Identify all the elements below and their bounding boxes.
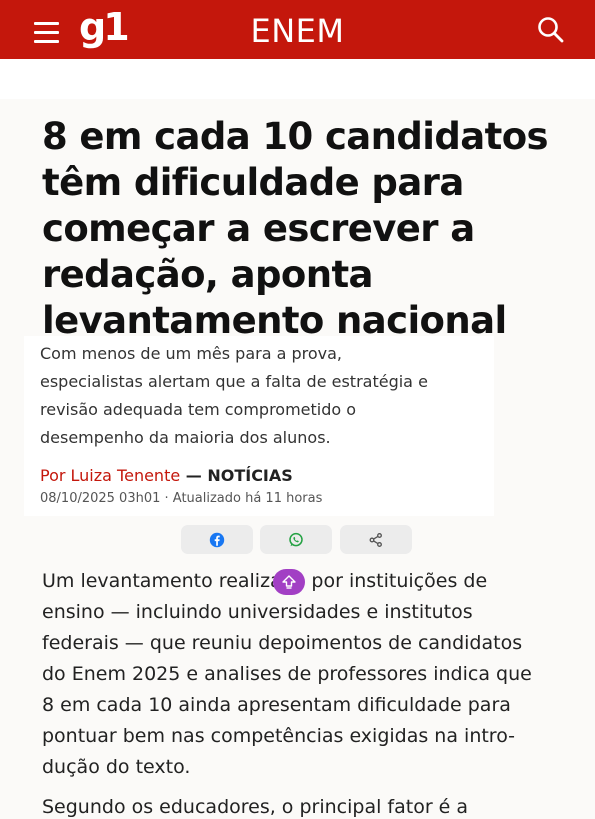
headline-line: têm dificuldade para	[42, 161, 464, 204]
publish-date: 08/10/2025 03h01 · Atualizado há 11 hora…	[40, 491, 323, 506]
share-more-button[interactable]	[340, 525, 412, 554]
byline-separator: —	[180, 466, 208, 485]
article-paragraph: Segundo os educadores, o principal fator…	[42, 792, 542, 819]
share-whatsapp-button[interactable]	[260, 525, 332, 554]
article-paragraph: Um levantamento realizado por instituiçõ…	[42, 566, 542, 783]
whatsapp-icon	[289, 532, 303, 546]
search-icon[interactable]	[536, 15, 566, 45]
headline-line: começar a escrever a	[42, 207, 475, 250]
paragraph-line: do Enem 2025 e analises de professores i…	[42, 663, 532, 685]
article-summary: Com menos de um mês para a prova, especi…	[40, 340, 460, 452]
headline-line: 8 em cada 10 candidatos	[42, 115, 549, 158]
paragraph-line: ensino — incluindo universidades e insti…	[42, 601, 473, 623]
scroll-top-button[interactable]	[273, 569, 305, 595]
paragraph-line: dução do texto.	[42, 756, 191, 778]
facebook-icon	[209, 532, 225, 547]
share-facebook-button[interactable]	[181, 525, 253, 554]
section-title[interactable]: ENEM	[0, 12, 595, 50]
paragraph-line: federais — que reuniu depoimentos de can…	[42, 632, 523, 654]
summary-line: desempenho da maioria dos alunos.	[40, 428, 331, 447]
summary-line: especialistas alertam que a falta de est…	[40, 372, 428, 391]
header-spacer	[0, 59, 595, 99]
byline: Por Luiza Tenente — NOTÍCIAS	[40, 466, 293, 486]
top-bar: g1 ENEM	[0, 0, 595, 59]
section-tag[interactable]: NOTÍCIAS	[207, 466, 292, 485]
author-link[interactable]: Por Luiza Tenente	[40, 466, 180, 485]
paragraph-line: pontuar bem nas competências exigidas na…	[42, 725, 516, 747]
summary-line: Com menos de um mês para a prova,	[40, 344, 343, 363]
scroll-top-icon	[282, 575, 296, 589]
headline-line: redação, aponta	[42, 253, 374, 296]
summary-line: revisão adequada tem comprometido o	[40, 400, 357, 419]
paragraph-line: 8 em cada 10 ainda apresentam dificuldad…	[42, 694, 511, 716]
share-icon	[369, 532, 382, 547]
article-headline: 8 em cada 10 candidatos têm dificuldade …	[42, 114, 562, 344]
paragraph-line: Segundo os educadores, o principal fator…	[42, 796, 469, 818]
